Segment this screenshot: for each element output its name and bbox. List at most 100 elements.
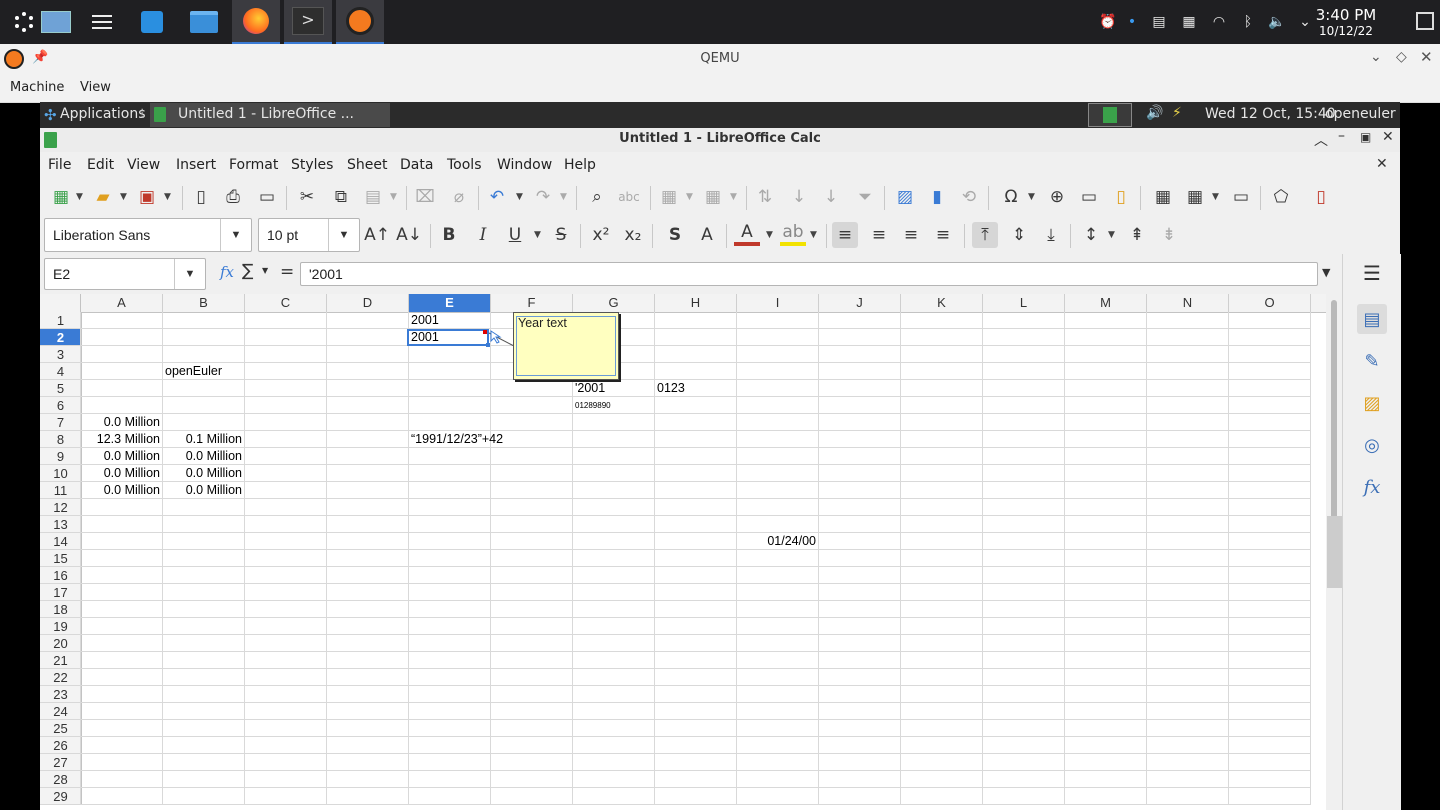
- guest-user[interactable]: openeuler: [1325, 106, 1396, 122]
- freeze-dropdown-icon[interactable]: ▼: [1212, 192, 1219, 202]
- column-header-K[interactable]: K: [901, 294, 983, 312]
- insert-image-icon[interactable]: ▨: [892, 184, 918, 210]
- new-icon[interactable]: ▦: [48, 184, 74, 210]
- store-icon[interactable]: [128, 0, 176, 44]
- row-header-2[interactable]: 2: [40, 329, 81, 346]
- close-document-icon[interactable]: ✕: [1376, 156, 1388, 172]
- shadow-icon[interactable]: S: [662, 222, 688, 248]
- column-header-B[interactable]: B: [163, 294, 245, 312]
- insert-chart-icon[interactable]: ▮: [924, 184, 950, 210]
- minimize-icon[interactable]: ⌄: [1370, 49, 1382, 65]
- define-print-area-icon[interactable]: ▦: [1150, 184, 1176, 210]
- special-character-icon[interactable]: Ω: [998, 184, 1024, 210]
- column-header-L[interactable]: L: [983, 294, 1065, 312]
- clipboard-icon[interactable]: ▤: [1144, 14, 1174, 30]
- navigator-icon[interactable]: ◎: [1357, 430, 1387, 460]
- cell-a10[interactable]: 0.0 Million: [83, 465, 160, 482]
- row-header-29[interactable]: 29: [40, 788, 81, 805]
- column-header-H[interactable]: H: [655, 294, 737, 312]
- paste-dropdown-icon[interactable]: ▼: [390, 192, 397, 202]
- files-icon[interactable]: [180, 0, 228, 44]
- spelling-icon[interactable]: abc: [616, 184, 642, 210]
- column-header-I[interactable]: I: [737, 294, 819, 312]
- align-left-icon[interactable]: ≡: [832, 222, 858, 248]
- keyboard-icon[interactable]: ▦: [1174, 14, 1204, 30]
- redo-dropdown-icon[interactable]: ▼: [560, 192, 567, 202]
- undo-icon[interactable]: ↶: [484, 184, 510, 210]
- autofilter-icon[interactable]: ⏷: [852, 184, 878, 210]
- column-dropdown-icon[interactable]: ▼: [730, 192, 737, 202]
- copy-icon[interactable]: ⧉: [328, 184, 354, 210]
- open-dropdown-icon[interactable]: ▼: [120, 192, 127, 202]
- cell-b11[interactable]: 0.0 Million: [165, 482, 242, 499]
- increase-font-icon[interactable]: A↑: [364, 222, 390, 248]
- hyperlink-icon[interactable]: ⊕: [1044, 184, 1070, 210]
- comment-icon[interactable]: ▭: [1076, 184, 1102, 210]
- lo-maximize-icon[interactable]: ▣: [1360, 130, 1371, 144]
- special-character-dropdown-icon[interactable]: ▼: [1028, 192, 1035, 202]
- font-name-box[interactable]: Liberation Sans ▼: [44, 218, 252, 252]
- tray-date[interactable]: 10/12/22: [1306, 24, 1386, 38]
- name-box-dropdown-icon[interactable]: ▼: [174, 259, 205, 289]
- highlight-dropdown-icon[interactable]: ▼: [810, 230, 817, 240]
- styles-icon[interactable]: ✎: [1357, 346, 1387, 376]
- cell-h5[interactable]: 0123: [657, 380, 734, 397]
- vertical-scrollbar[interactable]: [1326, 294, 1342, 810]
- column-icon[interactable]: ▦: [700, 184, 726, 210]
- cell-b4[interactable]: openEuler: [165, 363, 242, 380]
- header-footer-icon[interactable]: ▯: [1108, 184, 1134, 210]
- tray-time[interactable]: 3:40 PM: [1306, 6, 1386, 24]
- align-bottom-icon[interactable]: ⤓: [1038, 222, 1064, 248]
- scrollbar-thumb[interactable]: [1331, 300, 1337, 540]
- row-header-12[interactable]: 12: [40, 499, 81, 516]
- guest-task-libreoffice[interactable]: Untitled 1 - LibreOffice ...: [150, 103, 390, 127]
- cell-i14[interactable]: 01/24/00: [739, 533, 816, 550]
- menu-help[interactable]: Help: [564, 157, 596, 173]
- menu-format[interactable]: Format: [229, 157, 278, 173]
- row-header-20[interactable]: 20: [40, 635, 81, 652]
- increase-paragraph-spacing-icon[interactable]: ⇞: [1124, 222, 1150, 248]
- terminal-icon[interactable]: >: [284, 0, 332, 44]
- menu-styles[interactable]: Styles: [291, 157, 333, 173]
- cell-e1[interactable]: 2001: [411, 312, 488, 329]
- firefox-icon[interactable]: [232, 0, 280, 44]
- maximize-icon[interactable]: ◇: [1396, 49, 1407, 65]
- bold-icon[interactable]: B: [436, 222, 462, 248]
- font-size-box[interactable]: 10 pt ▼: [258, 218, 360, 252]
- menu-insert[interactable]: Insert: [176, 157, 216, 173]
- spreadsheet-grid[interactable]: ABCDEFGHIJKLMNO 1 2 3 4 5 6 7 8 9 10 11 12 13 14 15 16 1…: [40, 294, 1326, 810]
- row-header-28[interactable]: 28: [40, 771, 81, 788]
- expand-formula-icon[interactable]: ▼: [1322, 266, 1330, 279]
- desktop-icon[interactable]: [32, 0, 80, 44]
- sum-icon[interactable]: ∑: [242, 261, 253, 281]
- cell-a7[interactable]: 0.0 Million: [83, 414, 160, 431]
- comment-text[interactable]: Year text: [518, 316, 567, 330]
- freeze-rows-icon[interactable]: ▦: [1182, 184, 1208, 210]
- notifications-icon[interactable]: [1416, 12, 1434, 30]
- formula-input[interactable]: '2001: [300, 262, 1318, 286]
- outline-font-icon[interactable]: A: [694, 222, 720, 248]
- guest-volume-icon[interactable]: 🔊: [1146, 105, 1163, 121]
- paste-icon[interactable]: ▤: [360, 184, 386, 210]
- column-header-D[interactable]: D: [327, 294, 409, 312]
- line-spacing-icon[interactable]: ↕: [1078, 222, 1104, 248]
- menu-tools[interactable]: Tools: [447, 157, 482, 173]
- underline-dropdown-icon[interactable]: ▼: [534, 230, 541, 240]
- column-header-O[interactable]: O: [1229, 294, 1311, 312]
- center-vertically-icon[interactable]: ⇕: [1006, 222, 1032, 248]
- row-header-17[interactable]: 17: [40, 584, 81, 601]
- sort-ascending-icon[interactable]: ↓: [786, 184, 812, 210]
- subscript-icon[interactable]: x₂: [620, 222, 646, 248]
- export-pdf-icon[interactable]: ▯: [188, 184, 214, 210]
- undo-dropdown-icon[interactable]: ▼: [516, 192, 523, 202]
- row-dropdown-icon[interactable]: ▼: [686, 192, 693, 202]
- qemu-menu-machine[interactable]: Machine: [10, 80, 64, 95]
- sidebar-menu-icon[interactable]: ☰: [1357, 258, 1387, 288]
- lo-minimize-icon[interactable]: –: [1338, 128, 1345, 144]
- function-wizard-icon[interactable]: fx: [220, 263, 234, 281]
- cell-a8[interactable]: 12.3 Million: [83, 431, 160, 448]
- column-header-E[interactable]: E: [409, 294, 491, 312]
- row-header-13[interactable]: 13: [40, 516, 81, 533]
- sort-icon[interactable]: ⇅: [752, 184, 778, 210]
- row-header-4[interactable]: 4: [40, 363, 81, 380]
